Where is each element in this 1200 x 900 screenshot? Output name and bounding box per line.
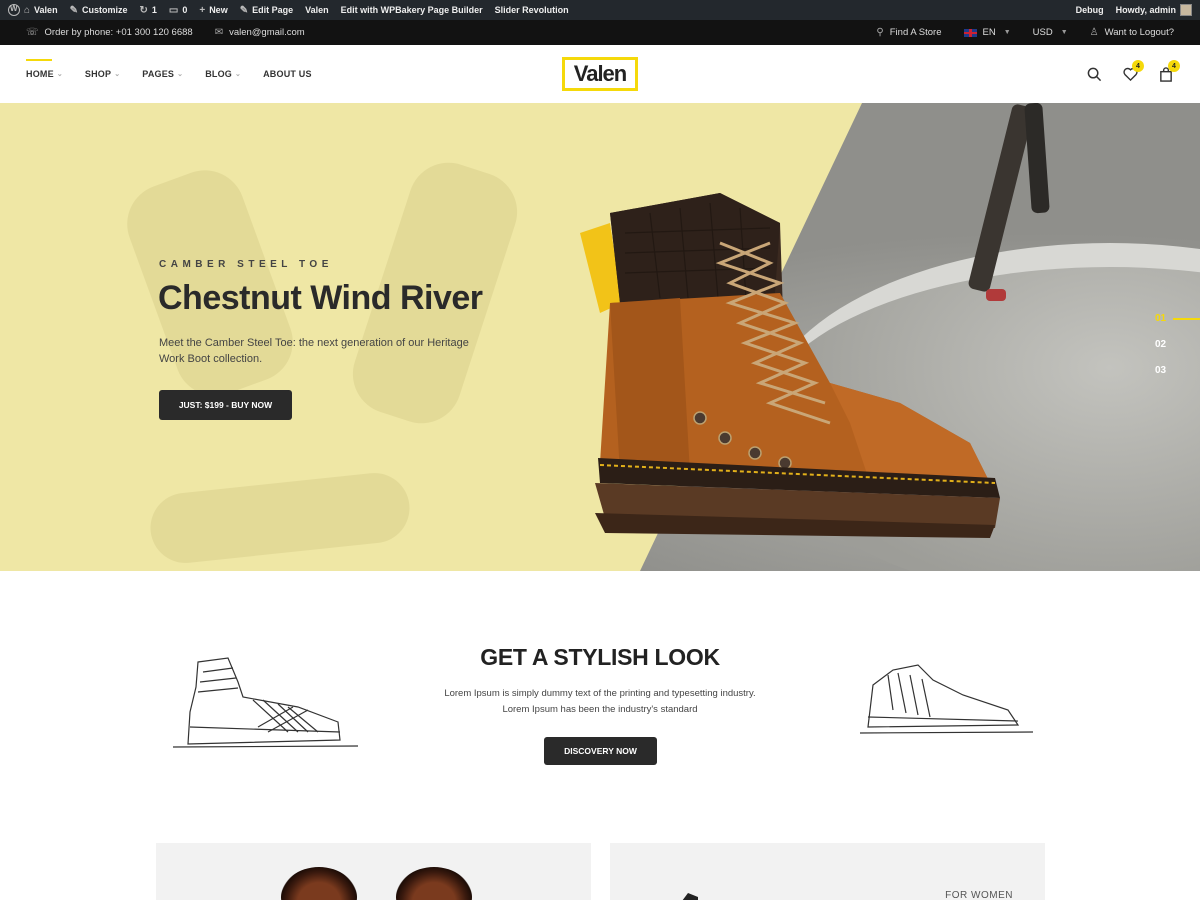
for-women-label: FOR WOMEN bbox=[945, 890, 1013, 900]
plus-icon: + bbox=[199, 4, 206, 16]
admin-account-link[interactable]: Howdy, admin bbox=[1116, 4, 1192, 16]
pencil-icon: ✎ bbox=[239, 4, 249, 16]
location-pin-icon: ⚲ bbox=[876, 27, 884, 38]
nav-shop[interactable]: SHOP ⌄ bbox=[85, 69, 120, 79]
chevron-down-icon: ⌄ bbox=[56, 71, 63, 78]
site-header: HOME ⌄ SHOP ⌄ PAGES ⌄ BLOG ⌄ ABOUT US Valen … bbox=[0, 45, 1200, 103]
slider-pagination: 01 02 03 bbox=[1155, 313, 1200, 376]
cart-count-badge: 4 bbox=[1168, 60, 1180, 72]
main-nav: HOME ⌄ SHOP ⌄ PAGES ⌄ BLOG ⌄ ABOUT US bbox=[26, 59, 312, 79]
refresh-icon: ↻ bbox=[139, 4, 148, 16]
wp-admin-bar: ⌂Valen ✎Customize ↻1 ▭0 +New ✎Edit Page … bbox=[0, 0, 1200, 20]
header-actions: 4 4 bbox=[1086, 60, 1180, 82]
admin-edit-page-link[interactable]: ✎ Edit Page bbox=[240, 5, 293, 16]
wordpress-icon[interactable] bbox=[8, 4, 20, 16]
chevron-down-icon: ▼ bbox=[1003, 29, 1011, 36]
phone-icon: ☏ bbox=[26, 27, 39, 38]
hero-title: Chestnut Wind River bbox=[158, 279, 483, 317]
cart-bag-icon[interactable]: 4 bbox=[1158, 60, 1180, 82]
slide-dot-3[interactable]: 03 bbox=[1155, 365, 1166, 376]
admin-new-link[interactable]: + New bbox=[199, 5, 227, 16]
admin-updates-link[interactable]: ↻ 1 bbox=[139, 5, 156, 16]
home-icon: ⌂ bbox=[24, 4, 31, 16]
admin-debug-link[interactable]: Debug bbox=[1076, 5, 1104, 15]
boot-product-image bbox=[580, 193, 1000, 538]
comment-icon: ▭ bbox=[168, 4, 179, 16]
chevron-down-icon: ⌄ bbox=[177, 71, 184, 78]
admin-site-link[interactable]: ⌂Valen bbox=[8, 4, 58, 16]
user-icon: ♙ bbox=[1089, 27, 1099, 38]
nav-pages[interactable]: PAGES ⌄ bbox=[142, 69, 183, 79]
brush-icon: ✎ bbox=[69, 4, 78, 16]
nav-blog[interactable]: BLOG ⌄ bbox=[205, 69, 241, 79]
order-phone: ☏ Order by phone: +01 300 120 6688 bbox=[26, 27, 193, 38]
hero-kicker: CAMBER STEEL TOE bbox=[159, 259, 333, 270]
contact-email[interactable]: ✉ valen@gmail.com bbox=[215, 27, 305, 38]
discovery-now-button[interactable]: DISCOVERY NOW bbox=[544, 737, 657, 765]
uk-flag-icon bbox=[963, 28, 977, 37]
find-store-link[interactable]: ⚲ Find A Store bbox=[876, 27, 941, 38]
top-info-bar: ☏ Order by phone: +01 300 120 6688 ✉ valen… bbox=[0, 20, 1200, 45]
admin-wpbakery-link[interactable]: Edit with WPBakery Page Builder bbox=[341, 5, 483, 15]
stylish-section-title: GET A STYLISH LOOK bbox=[480, 644, 720, 670]
hero-slider: CAMBER STEEL TOE Chestnut Wind River Mee… bbox=[0, 103, 1200, 571]
admin-valen-link[interactable]: Valen bbox=[305, 5, 329, 15]
hero-description: Meet the Camber Steel Toe: the next gene… bbox=[159, 337, 469, 365]
banner-left[interactable] bbox=[156, 843, 591, 900]
chevron-down-icon: ⌄ bbox=[235, 71, 242, 78]
mail-icon: ✉ bbox=[214, 27, 224, 38]
logout-link[interactable]: ♙ Want to Logout? bbox=[1090, 27, 1174, 38]
stylish-section-description: Lorem Ipsum is simply dummy text of the … bbox=[444, 688, 756, 715]
banner-right[interactable]: FOR WOMEN bbox=[610, 843, 1045, 900]
slide-dot-2[interactable]: 02 bbox=[1155, 339, 1166, 350]
admin-comments-link[interactable]: ▭ 0 bbox=[169, 5, 187, 16]
nav-about-us[interactable]: ABOUT US bbox=[263, 69, 312, 79]
language-selector[interactable]: EN ▼ bbox=[963, 27, 1011, 38]
currency-selector[interactable]: USD ▼ bbox=[1033, 27, 1068, 38]
chevron-down-icon: ⌄ bbox=[114, 71, 121, 78]
wishlist-heart-icon[interactable]: 4 bbox=[1122, 60, 1144, 82]
wishlist-count-badge: 4 bbox=[1132, 60, 1144, 72]
heel-shoe-image bbox=[682, 893, 698, 900]
nav-home[interactable]: HOME ⌄ bbox=[26, 59, 63, 79]
shoe-toe-image-right bbox=[396, 867, 472, 900]
admin-slider-link[interactable]: Slider Revolution bbox=[495, 5, 569, 15]
site-logo[interactable]: Valen bbox=[562, 57, 638, 91]
admin-customize-link[interactable]: ✎ Customize bbox=[70, 5, 128, 16]
buy-now-button[interactable]: JUST: $199 - BUY NOW bbox=[159, 390, 292, 420]
avatar bbox=[1180, 4, 1192, 16]
search-icon[interactable] bbox=[1086, 66, 1102, 82]
slide-dot-1[interactable]: 01 bbox=[1155, 313, 1200, 324]
shoe-toe-image-left bbox=[281, 867, 357, 900]
chevron-down-icon: ▼ bbox=[1060, 29, 1068, 36]
